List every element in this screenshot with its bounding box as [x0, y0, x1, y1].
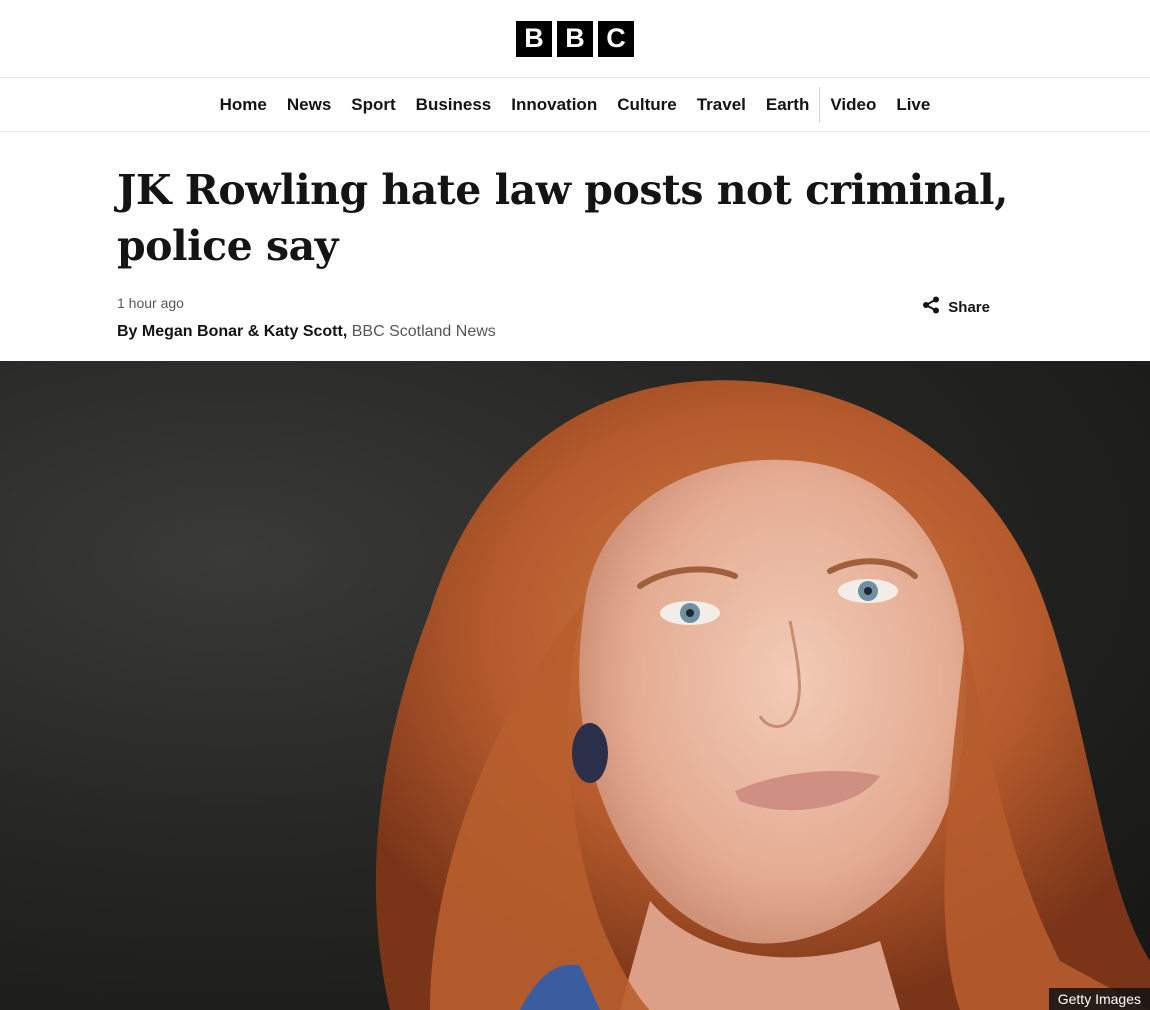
- nav-home[interactable]: Home: [210, 87, 277, 123]
- share-icon: [922, 296, 940, 318]
- hero-image: Getty Images: [0, 361, 1150, 1010]
- main-nav: Home News Sport Business Innovation Cult…: [0, 78, 1150, 132]
- byline-org: BBC Scotland News: [351, 323, 496, 340]
- nav-business[interactable]: Business: [406, 87, 502, 123]
- nav-sport[interactable]: Sport: [341, 87, 405, 123]
- nav-live[interactable]: Live: [886, 87, 940, 123]
- nav-travel[interactable]: Travel: [687, 87, 756, 123]
- nav-earth[interactable]: Earth: [756, 87, 819, 123]
- share-label: Share: [948, 298, 990, 316]
- bbc-logo[interactable]: B B C: [516, 20, 634, 57]
- logo-letter-b1: B: [516, 20, 552, 57]
- nav-video[interactable]: Video: [820, 87, 886, 123]
- nav-innovation[interactable]: Innovation: [501, 87, 607, 123]
- headline: JK Rowling hate law posts not criminal, …: [117, 166, 1008, 270]
- nav-culture[interactable]: Culture: [607, 87, 687, 123]
- portrait-photo: [375, 380, 1150, 1010]
- timestamp: 1 hour ago: [117, 295, 184, 311]
- share-button[interactable]: Share: [922, 296, 990, 318]
- nav-news[interactable]: News: [277, 87, 341, 123]
- image-credit: Getty Images: [1048, 988, 1150, 1010]
- logo-letter-b2: B: [557, 20, 593, 57]
- byline: By Megan Bonar & Katy Scott, BBC Scotlan…: [117, 323, 1150, 341]
- byline-authors: By Megan Bonar & Katy Scott,: [117, 323, 348, 340]
- masthead: B B C: [0, 0, 1150, 78]
- logo-letter-c: C: [598, 20, 634, 57]
- article-header: JK Rowling hate law posts not criminal, …: [0, 132, 1150, 361]
